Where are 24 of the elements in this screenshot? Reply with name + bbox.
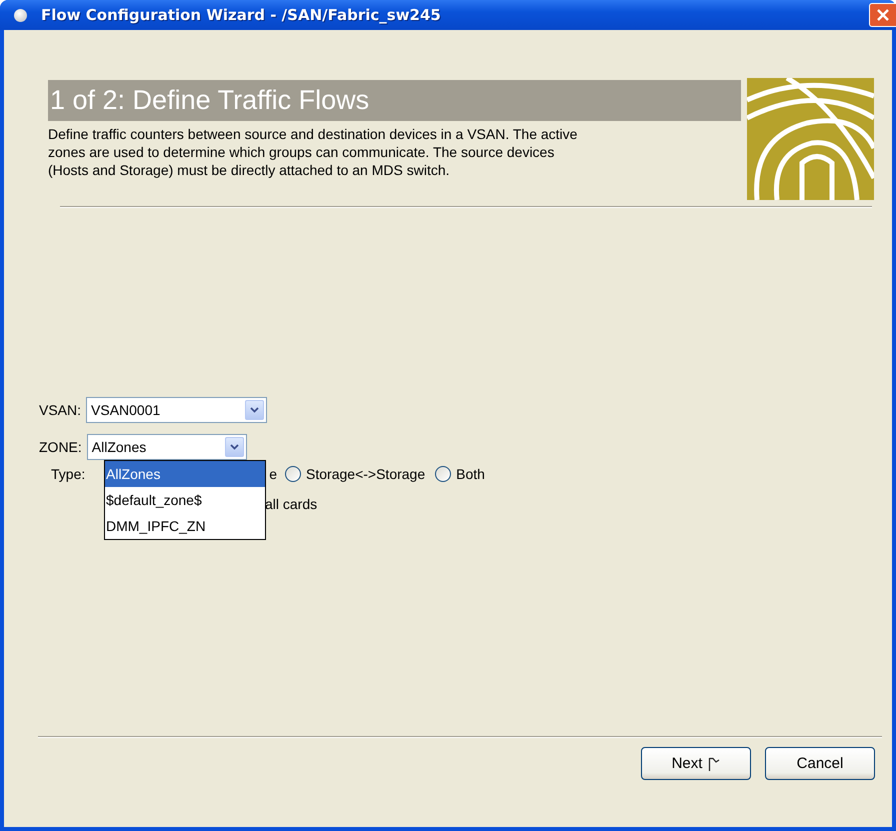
radio-label[interactable]: Both (456, 466, 485, 482)
dropdown-field[interactable]: VSAN0001 (86, 397, 268, 423)
dropdown-option[interactable]: DMM_IPFC_ZN (105, 513, 265, 539)
description-text: Define traffic counters between source and destination devices in a VSAN. The active zones are used to determine which groups can communicate. The source devices (Hosts and Storage) must be directly attached to an MDS switch. (48, 125, 578, 179)
step-title: 1 of 2: Define Traffic Flows (48, 80, 741, 121)
checkbox-label: all cards (265, 496, 318, 512)
logo-icon (747, 78, 874, 200)
radio-label[interactable]: Storage<->Storage (306, 466, 426, 482)
close-button[interactable] (869, 3, 896, 27)
field-label: VSAN: (39, 402, 82, 418)
window-title: Flow Configuration Wizard - /SAN/Fabric_sw245 (41, 6, 442, 24)
dropdown-option[interactable]: AllZones (105, 461, 265, 487)
window-icon (14, 8, 27, 22)
dropdown-option[interactable]: $default_zone$ (105, 487, 265, 513)
close-icon[interactable] (876, 8, 890, 22)
field-label: ZONE: (39, 439, 82, 455)
field-label: Type: (51, 466, 86, 482)
flag-icon (708, 756, 720, 770)
cancel-button[interactable]: Cancel (765, 747, 875, 780)
next-button[interactable]: Next (641, 747, 751, 780)
radio-label: e (269, 466, 278, 482)
dropdown-field[interactable]: AllZones (86, 434, 247, 460)
radio-button[interactable] (285, 466, 302, 482)
radio-button[interactable] (435, 466, 452, 482)
